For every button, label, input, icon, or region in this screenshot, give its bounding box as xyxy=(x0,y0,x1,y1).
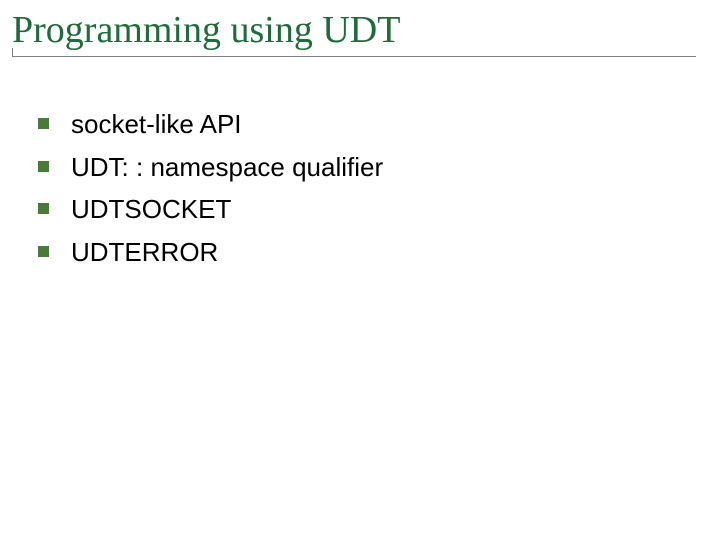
slide-body: socket-like API UDT: : namespace qualifi… xyxy=(38,108,680,278)
list-item-text: UDTERROR xyxy=(71,236,218,269)
list-item-text: socket-like API xyxy=(71,108,242,141)
title-rule xyxy=(12,56,696,57)
slide-title: Programming using UDT xyxy=(12,8,696,58)
list-item: UDTSOCKET xyxy=(38,193,680,226)
square-bullet-icon xyxy=(38,118,49,129)
list-item-text: UDTSOCKET xyxy=(71,193,231,226)
square-bullet-icon xyxy=(38,246,49,257)
list-item-text: UDT: : namespace qualifier xyxy=(71,151,383,184)
list-item: UDT: : namespace qualifier xyxy=(38,151,680,184)
square-bullet-icon xyxy=(38,203,49,214)
list-item: UDTERROR xyxy=(38,236,680,269)
title-rule-tick xyxy=(12,48,13,56)
title-wrap: Programming using UDT xyxy=(12,8,696,58)
list-item: socket-like API xyxy=(38,108,680,141)
square-bullet-icon xyxy=(38,161,49,172)
slide: Programming using UDT socket-like API UD… xyxy=(0,0,720,540)
